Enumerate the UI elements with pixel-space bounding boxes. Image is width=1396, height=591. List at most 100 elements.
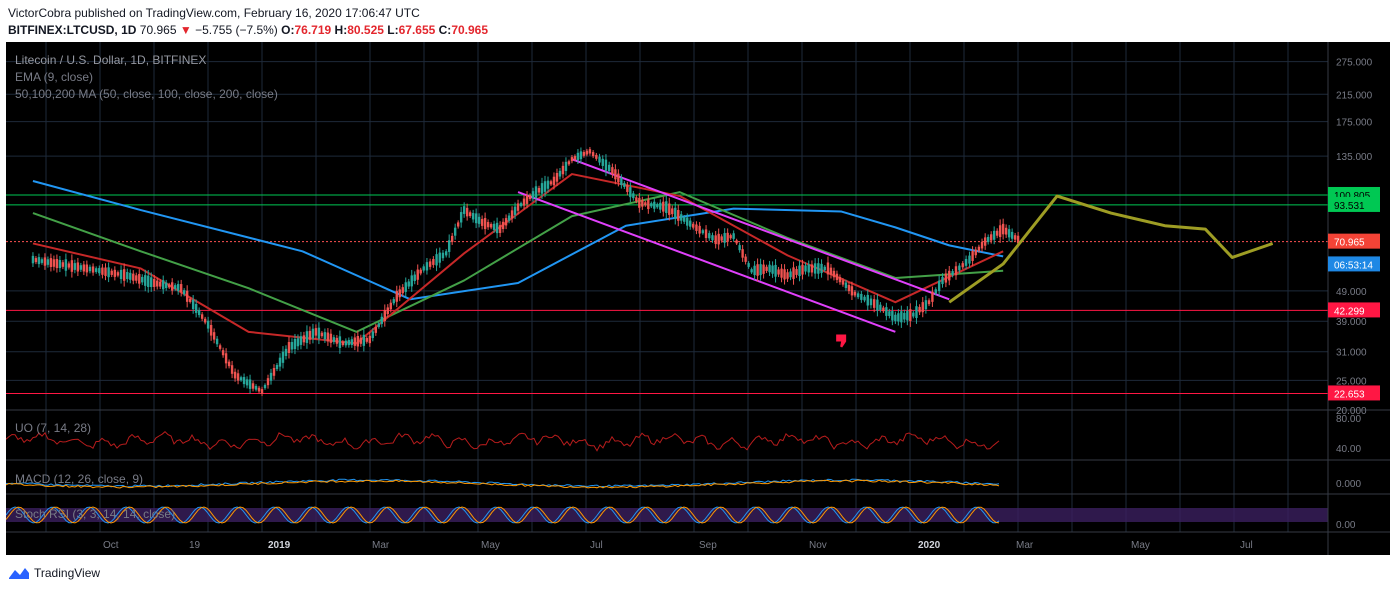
candle-body [570, 157, 574, 162]
candle-body [332, 337, 336, 342]
candle-body [869, 298, 873, 306]
candle-body [320, 332, 324, 337]
candle-body [335, 337, 339, 344]
candle-body [555, 173, 559, 182]
candle-body [964, 258, 968, 266]
symbol-name[interactable]: BITFINEX:LTCUSD, 1D [8, 23, 136, 37]
candle-body [122, 269, 126, 281]
candle-body [786, 272, 789, 279]
candle-body [918, 306, 921, 313]
candle-body [894, 314, 897, 321]
candle-body [215, 338, 219, 345]
candle-body [410, 275, 413, 287]
candle-body [329, 333, 333, 343]
candle-body [147, 275, 150, 287]
candle-body [582, 152, 586, 156]
candle-body [248, 379, 252, 389]
candle-body [632, 193, 635, 199]
x-tick-label-6: Sep [699, 540, 717, 551]
candle-body [601, 158, 604, 166]
candle-body [79, 265, 83, 270]
candle-body [46, 259, 50, 265]
candle-body [961, 263, 964, 268]
candle-body [698, 225, 701, 234]
candle-body [480, 218, 484, 226]
candle-body [516, 203, 520, 211]
candle-body [780, 268, 783, 278]
chart-area[interactable]: 80.00 40.00 0.000 0.00 275.000 215.000 175.00… [6, 42, 1390, 555]
x-tick-label-2: 2019 [268, 540, 291, 551]
candle-body [744, 256, 747, 262]
candle-body [263, 384, 267, 389]
candle-body [954, 266, 958, 276]
candle-body [371, 331, 375, 338]
candle-body [55, 259, 59, 269]
candle-body [465, 207, 469, 217]
price-tick-label-2: 175.000 [1336, 118, 1373, 129]
candle-body [135, 275, 138, 281]
candle-body [921, 302, 924, 313]
candle-body [162, 280, 165, 290]
candle-body [777, 269, 780, 275]
candle-body [927, 300, 931, 305]
candle-body [888, 311, 891, 317]
candle-body [879, 304, 882, 310]
candle-body [944, 273, 948, 283]
candle-body [941, 276, 944, 285]
x-tick-label-5: Jul [590, 540, 603, 551]
candle-body [165, 282, 168, 288]
tradingview-brand[interactable]: TradingView [34, 566, 100, 580]
candle-body [37, 257, 41, 265]
stoch-tick-0: 0.00 [1336, 520, 1356, 531]
candle-body [341, 341, 345, 346]
candle-body [735, 240, 738, 244]
candle-body [272, 368, 276, 376]
candle-body [359, 337, 363, 344]
candle-body [686, 217, 689, 226]
candle-body [771, 265, 774, 274]
candle-body [173, 285, 177, 289]
price-tick-label-6: 31.000 [1336, 348, 1367, 359]
footer: TradingView [0, 556, 1396, 591]
candle-body [507, 215, 511, 221]
candle-body [40, 259, 44, 263]
candle-body [720, 236, 723, 241]
candle-body [650, 203, 653, 207]
candle-body [662, 201, 665, 212]
candle-body [483, 218, 487, 230]
candle-body [607, 164, 611, 172]
candle-body [170, 282, 174, 291]
candle-body [1010, 231, 1014, 239]
candle-body [747, 263, 750, 267]
candle-body [49, 258, 53, 268]
candle-body [311, 328, 315, 339]
candle-body [230, 365, 234, 374]
candle-body [853, 291, 857, 296]
candle-body [287, 342, 291, 354]
candle-body [810, 264, 814, 273]
candle-body [948, 270, 951, 281]
candle-body [338, 336, 342, 348]
candle-body [968, 255, 971, 264]
candle-body [823, 266, 826, 271]
candle-body [58, 260, 62, 269]
ma-legend: 50,100,200 MA (50, close, 100, close, 20… [15, 87, 278, 101]
candle-body [860, 293, 863, 300]
candle-body [323, 332, 327, 340]
price-chart-svg[interactable]: 80.0040.000.0000.00 275.000215.000175.00… [6, 42, 1390, 555]
chart-legend-title: Litecoin / U.S. Dollar, 1D, BITFINEX [15, 53, 206, 67]
candle-body [653, 201, 656, 209]
candle-body [614, 169, 617, 180]
publish-info: VictorCobra published on TradingView.com… [8, 6, 420, 20]
candle-body [413, 274, 416, 281]
low-value: 67.655 [398, 23, 436, 37]
candle-body [1001, 223, 1005, 235]
tradingview-logo-icon[interactable] [8, 565, 30, 581]
candle-body [750, 269, 753, 273]
candle-body [683, 217, 686, 222]
candle-body [912, 312, 915, 317]
candle-body [519, 203, 523, 207]
candle-body [872, 299, 876, 308]
candle-body [167, 284, 171, 288]
candle-body [176, 284, 180, 292]
